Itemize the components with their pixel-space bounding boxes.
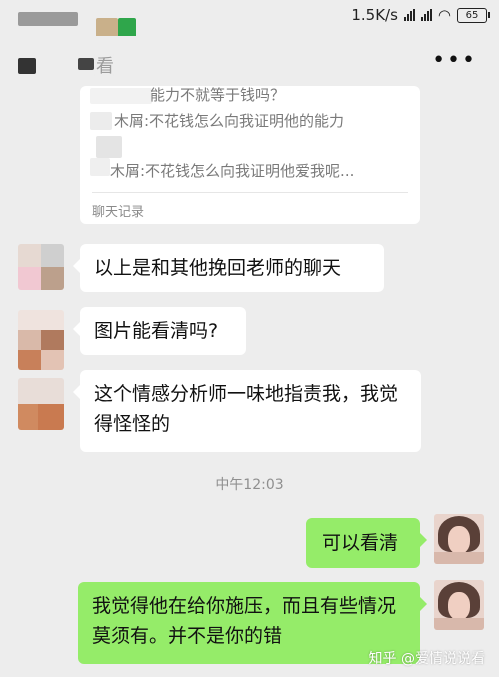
redacted-sender-name: [90, 88, 152, 104]
battery-icon: 65: [457, 7, 490, 23]
chat-log-divider: [92, 192, 408, 193]
forwarded-chat-log-card[interactable]: 能力不就等于钱吗？ 木屑:不花钱怎么向我证明他的能力 木屑:不花钱怎么向我证明他…: [80, 86, 420, 224]
redacted-notification-icon: [96, 18, 118, 38]
message-bubble-incoming[interactable]: 图片能看清吗?: [73, 307, 246, 355]
message-bubble-incoming[interactable]: 以上是和其他挽回老师的聊天: [73, 244, 384, 292]
signal-icon-2: [420, 9, 432, 21]
my-avatar[interactable]: [434, 514, 484, 564]
chat-log-line-3: 木屑:不花钱怎么向我证明他爱我呢...: [110, 162, 355, 180]
more-icon[interactable]: •••: [432, 48, 477, 73]
my-avatar[interactable]: [434, 580, 484, 630]
contact-avatar[interactable]: [18, 378, 64, 430]
redacted-sender-name-2: [90, 112, 112, 130]
chat-log-line-2: 木屑:不花钱怎么向我证明他的能力: [114, 112, 345, 130]
signal-icon: [403, 9, 415, 21]
wifi-icon: ◠: [437, 6, 451, 24]
redacted-sender-name-3: [90, 158, 110, 176]
message-bubble-outgoing[interactable]: 可以看清: [306, 518, 427, 568]
message-timestamp: 中午12:03: [215, 477, 284, 493]
message-bubble-incoming[interactable]: 这个情感分析师一味地指责我，我觉得怪怪的: [73, 370, 421, 452]
redacted-time: [18, 12, 78, 26]
chat-log-label: 聊天记录: [92, 205, 145, 220]
contact-avatar[interactable]: [18, 310, 64, 370]
back-button[interactable]: [18, 58, 36, 74]
redacted-contact-name: [78, 58, 94, 70]
network-speed: 1.5K/s: [351, 6, 398, 24]
contact-avatar[interactable]: [18, 244, 64, 290]
chat-log-line-1: 能力不就等于钱吗？: [150, 86, 286, 104]
status-right-group: 1.5K/s ◠ 65: [351, 6, 490, 24]
zhihu-watermark: 知乎 @爱情说说看: [368, 651, 485, 667]
redacted-blur-block: [96, 136, 122, 158]
redacted-title-overlay: [94, 54, 114, 76]
status-bar: 1.5K/s ◠ 65: [0, 0, 499, 38]
chat-title-bar: 看 •••: [0, 36, 499, 90]
redacted-notification-icon-2: [118, 18, 136, 38]
